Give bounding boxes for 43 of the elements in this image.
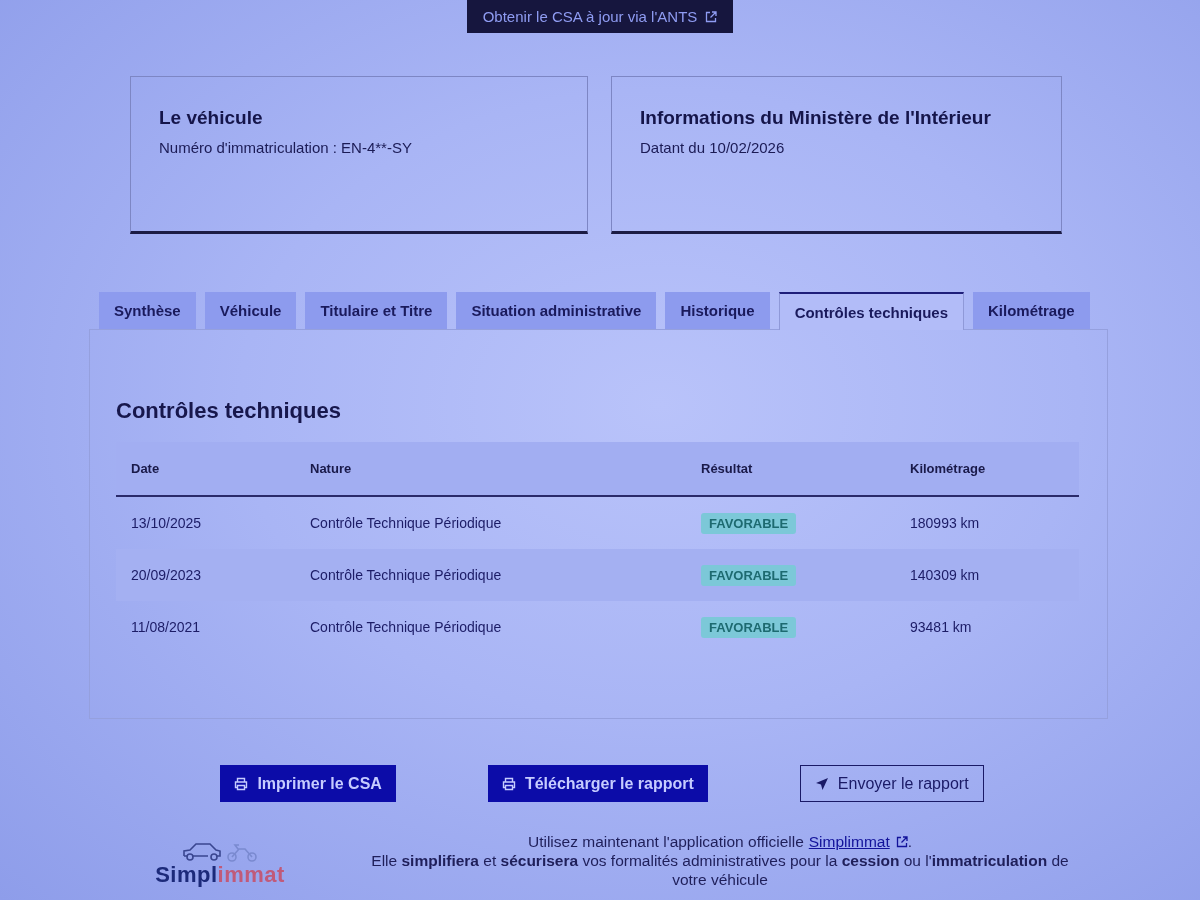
tab[interactable]: Historique: [665, 292, 770, 329]
column-header: Date: [130, 461, 161, 476]
section-title: Contrôles techniques: [116, 398, 342, 424]
table-cell-text: 140309 km: [909, 567, 981, 583]
simplimmat-link[interactable]: Simplimmat: [808, 832, 908, 851]
table-cell-text: 13/10/2025: [130, 515, 203, 531]
external-link-icon: [705, 10, 718, 23]
footer-paragraph: Elle simplifiera et sécurisera vos formalités administratives pour la cession ou l'immatriculation de votre véhicule: [370, 851, 1070, 889]
tab[interactable]: Synthèse: [99, 292, 196, 329]
print-button[interactable]: Imprimer le CSA: [220, 765, 396, 802]
result-badge: FAVORABLE: [701, 564, 797, 586]
result-badge: FAVORABLE: [701, 616, 797, 638]
send-button[interactable]: Envoyer le rapport: [799, 765, 984, 802]
card-text: Numéro d'immatriculation : EN-4**-SY: [159, 139, 413, 156]
table-cell-text: Contrôle Technique Périodique: [309, 619, 503, 635]
ants-link-button[interactable]: Obtenir le CSA à jour via l'ANTS: [466, 0, 734, 33]
table-cell-text: 20/09/2023: [130, 567, 203, 583]
table-cell-text: 180993 km: [909, 515, 981, 531]
tab[interactable]: Contrôles techniques: [778, 292, 964, 330]
tab[interactable]: Kilométrage: [973, 292, 1090, 329]
printer-icon: [234, 776, 249, 791]
column-header: Kilométrage: [909, 461, 987, 476]
printer-icon: [501, 776, 516, 791]
footer-text: .: [907, 832, 913, 851]
send-icon: [814, 776, 829, 791]
logo-text: Simplimmat: [155, 864, 285, 886]
table-cell-text: 11/08/2021: [130, 619, 202, 635]
card-text: Datant du 10/02/2026: [640, 139, 786, 156]
column-header: Nature: [309, 461, 353, 476]
table-cell-text: 93481 km: [909, 619, 973, 635]
car-motorcycle-icon: [180, 840, 260, 864]
table-cell-text: Contrôle Technique Périodique: [309, 515, 503, 531]
table-cell-text: Contrôle Technique Périodique: [309, 567, 503, 583]
tab[interactable]: Véhicule: [204, 292, 297, 329]
footer-text: Utilisez maintenant l'application officielle: [527, 832, 804, 851]
result-badge: FAVORABLE: [701, 512, 797, 534]
print-button[interactable]: Télécharger le rapport: [487, 765, 708, 802]
column-header: Résultat: [700, 461, 754, 476]
tab[interactable]: Titulaire et Titre: [305, 292, 448, 329]
tab[interactable]: Situation administrative: [456, 292, 657, 329]
external-link-icon: [895, 835, 908, 848]
card-title: Le véhicule: [159, 107, 264, 129]
card-title: Informations du Ministère de l'Intérieur: [640, 107, 992, 129]
